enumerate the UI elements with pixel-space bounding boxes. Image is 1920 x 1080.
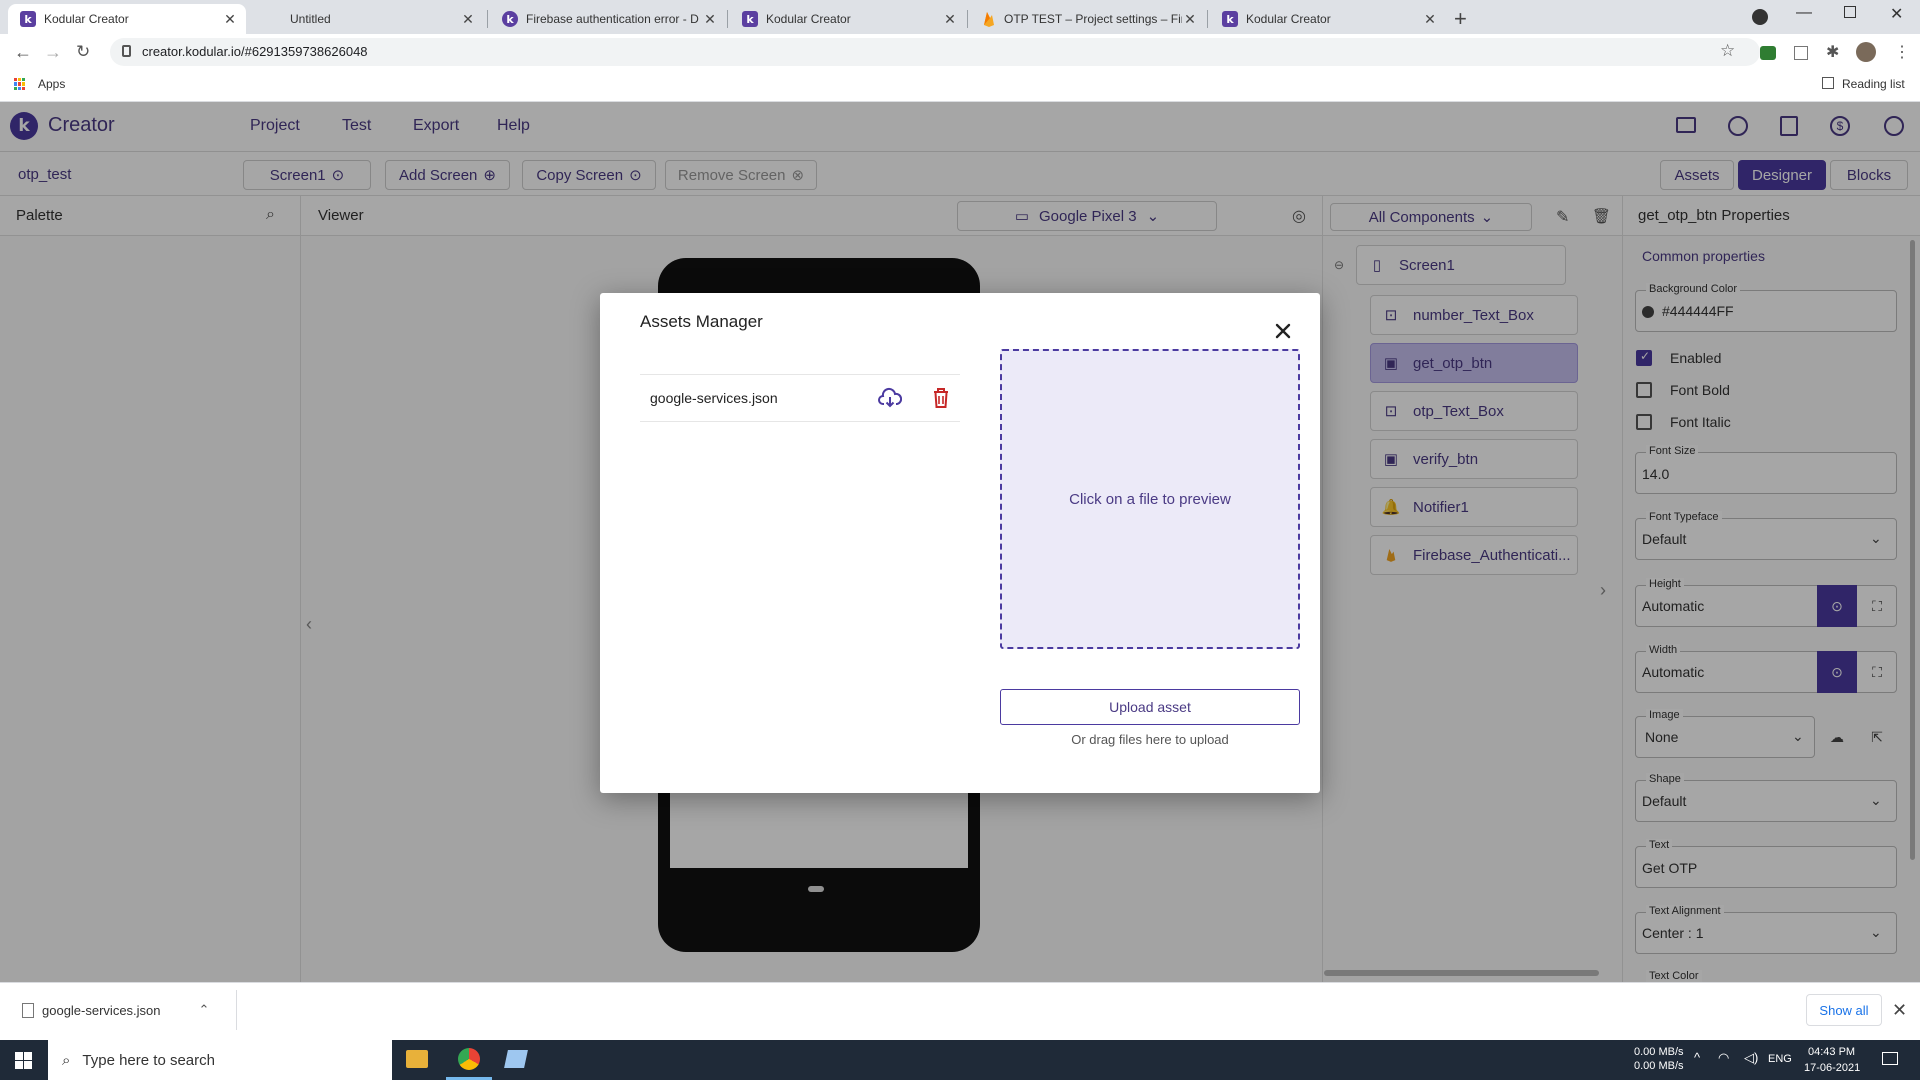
new-tab-icon[interactable]: +: [1454, 6, 1467, 32]
upload-asset-button[interactable]: Upload asset: [1000, 689, 1300, 725]
close-tab-icon[interactable]: ✕: [222, 11, 238, 27]
download-divider: [236, 990, 237, 1030]
network-upload-rate: 0.00 MB/s: [1634, 1046, 1684, 1058]
lock-icon[interactable]: [122, 45, 131, 57]
extension-icon[interactable]: [1760, 46, 1776, 60]
tab-separator: [967, 10, 968, 28]
puzzle-icon[interactable]: ✱: [1826, 42, 1839, 62]
back-icon[interactable]: ←: [14, 42, 32, 63]
file-preview-dropzone[interactable]: Click on a file to preview: [1000, 349, 1300, 649]
firebase-favicon: [982, 11, 996, 27]
kodular-community-favicon: k: [502, 11, 518, 27]
notepad-icon[interactable]: [504, 1050, 528, 1068]
drag-upload-hint: Or drag files here to upload: [1071, 732, 1229, 747]
notifications-icon[interactable]: [1882, 1052, 1898, 1065]
close-tab-icon[interactable]: ✕: [702, 11, 718, 27]
asset-list-item[interactable]: google-services.json: [640, 374, 960, 422]
tab-title: OTP TEST – Project settings – Fire: [1004, 12, 1182, 26]
download-file-name: google-services.json: [42, 1002, 161, 1018]
file-icon: [22, 1002, 34, 1018]
close-tab-icon[interactable]: ✕: [460, 11, 476, 27]
extension-icon[interactable]: [1794, 46, 1808, 60]
chrome-taskbar-icon[interactable]: [458, 1048, 480, 1070]
forward-icon[interactable]: →: [44, 42, 62, 63]
url-text: creator.kodular.io/#6291359738626048: [142, 44, 368, 59]
close-tab-icon[interactable]: ✕: [1182, 11, 1198, 27]
search-placeholder: Type here to search: [82, 1051, 215, 1069]
trash-icon[interactable]: [932, 387, 950, 409]
taskbar-search[interactable]: ⌕ Type here to search: [48, 1040, 392, 1080]
apps-grid-icon[interactable]: [14, 78, 26, 90]
tab-search-icon[interactable]: [1752, 9, 1768, 25]
tab-separator: [1207, 10, 1208, 28]
tab-separator: [487, 10, 488, 28]
tab-firebase-error[interactable]: k Firebase authentication error - D ✕: [490, 4, 726, 34]
kodular-favicon: k: [20, 11, 36, 27]
tab-title: Firebase authentication error - D: [526, 12, 699, 26]
minimize-icon[interactable]: —: [1796, 4, 1812, 22]
tab-kodular-creator-3[interactable]: k Kodular Creator ✕: [1210, 4, 1446, 34]
file-explorer-icon[interactable]: [406, 1050, 428, 1068]
reading-list-link[interactable]: Reading list: [1842, 77, 1905, 91]
language-indicator[interactable]: ENG: [1768, 1053, 1792, 1065]
tray-chevron-icon[interactable]: ^: [1694, 1050, 1700, 1065]
volume-icon[interactable]: ◁): [1744, 1050, 1758, 1066]
clock-time[interactable]: 04:43 PM: [1808, 1046, 1855, 1058]
search-icon: ⌕: [62, 1051, 71, 1069]
reading-list-icon[interactable]: [1822, 77, 1834, 89]
kodular-favicon: k: [742, 11, 758, 27]
kodular-favicon: k: [1222, 11, 1238, 27]
preview-hint: Click on a file to preview: [1069, 490, 1231, 508]
bookmarks-bar: [0, 70, 1920, 102]
clock-date[interactable]: 17-06-2021: [1804, 1062, 1860, 1074]
close-tab-icon[interactable]: ✕: [1422, 11, 1438, 27]
tab-title: Kodular Creator: [766, 12, 851, 26]
show-all-downloads-button[interactable]: Show all: [1806, 994, 1882, 1026]
tab-separator: [727, 10, 728, 28]
close-tab-icon[interactable]: ✕: [942, 11, 958, 27]
network-download-rate: 0.00 MB/s: [1634, 1060, 1684, 1072]
window-close-icon[interactable]: ✕: [1890, 4, 1903, 24]
bookmark-apps[interactable]: Apps: [38, 77, 65, 91]
dialog-title: Assets Manager: [640, 312, 763, 331]
tab-untitled[interactable]: Untitled ✕: [254, 4, 484, 34]
tab-title: Kodular Creator: [1246, 12, 1331, 26]
download-item[interactable]: google-services.json ⌃: [16, 996, 296, 1024]
reload-icon[interactable]: ↻: [76, 42, 90, 62]
close-icon[interactable]: [1270, 318, 1296, 344]
cloud-download-icon[interactable]: [878, 387, 902, 409]
tab-firebase-settings[interactable]: OTP TEST – Project settings – Fire ✕: [970, 4, 1206, 34]
tab-title: Untitled: [290, 12, 331, 26]
asset-file-name: google-services.json: [650, 390, 778, 406]
upload-asset-label: Upload asset: [1109, 699, 1191, 715]
bookmark-star-icon[interactable]: ☆: [1720, 41, 1735, 61]
maximize-icon[interactable]: [1844, 6, 1856, 18]
browser-tab-strip: k Kodular Creator ✕ Untitled ✕ k Firebas…: [0, 0, 1920, 34]
wifi-icon[interactable]: ◠: [1718, 1050, 1729, 1066]
tab-kodular-creator-1[interactable]: k Kodular Creator ✕: [8, 4, 246, 34]
windows-start-icon[interactable]: [15, 1052, 32, 1069]
chrome-menu-icon[interactable]: ⋮: [1894, 42, 1910, 62]
tab-kodular-creator-2[interactable]: k Kodular Creator ✕: [730, 4, 966, 34]
profile-avatar[interactable]: [1856, 42, 1876, 62]
chevron-up-icon[interactable]: ⌃: [199, 1002, 210, 1018]
close-download-shelf-icon[interactable]: ✕: [1892, 1000, 1907, 1021]
tab-title: Kodular Creator: [44, 12, 129, 26]
